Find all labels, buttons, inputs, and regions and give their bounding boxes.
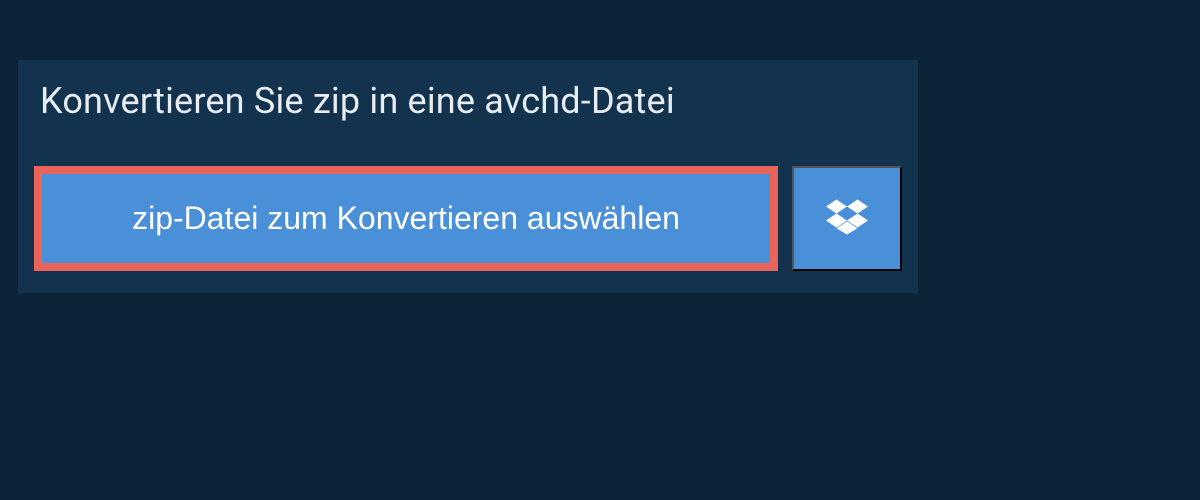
select-file-button[interactable]: zip-Datei zum Konvertieren auswählen bbox=[34, 166, 778, 271]
title-bar: Konvertieren Sie zip in eine avchd-Datei bbox=[18, 60, 778, 148]
dropbox-icon bbox=[826, 196, 868, 241]
converter-panel: Konvertieren Sie zip in eine avchd-Datei… bbox=[18, 60, 918, 293]
dropbox-button[interactable] bbox=[792, 166, 902, 271]
select-file-label: zip-Datei zum Konvertieren auswählen bbox=[132, 200, 680, 237]
button-row: zip-Datei zum Konvertieren auswählen bbox=[18, 148, 918, 293]
page-title: Konvertieren Sie zip in eine avchd-Datei bbox=[40, 80, 756, 122]
